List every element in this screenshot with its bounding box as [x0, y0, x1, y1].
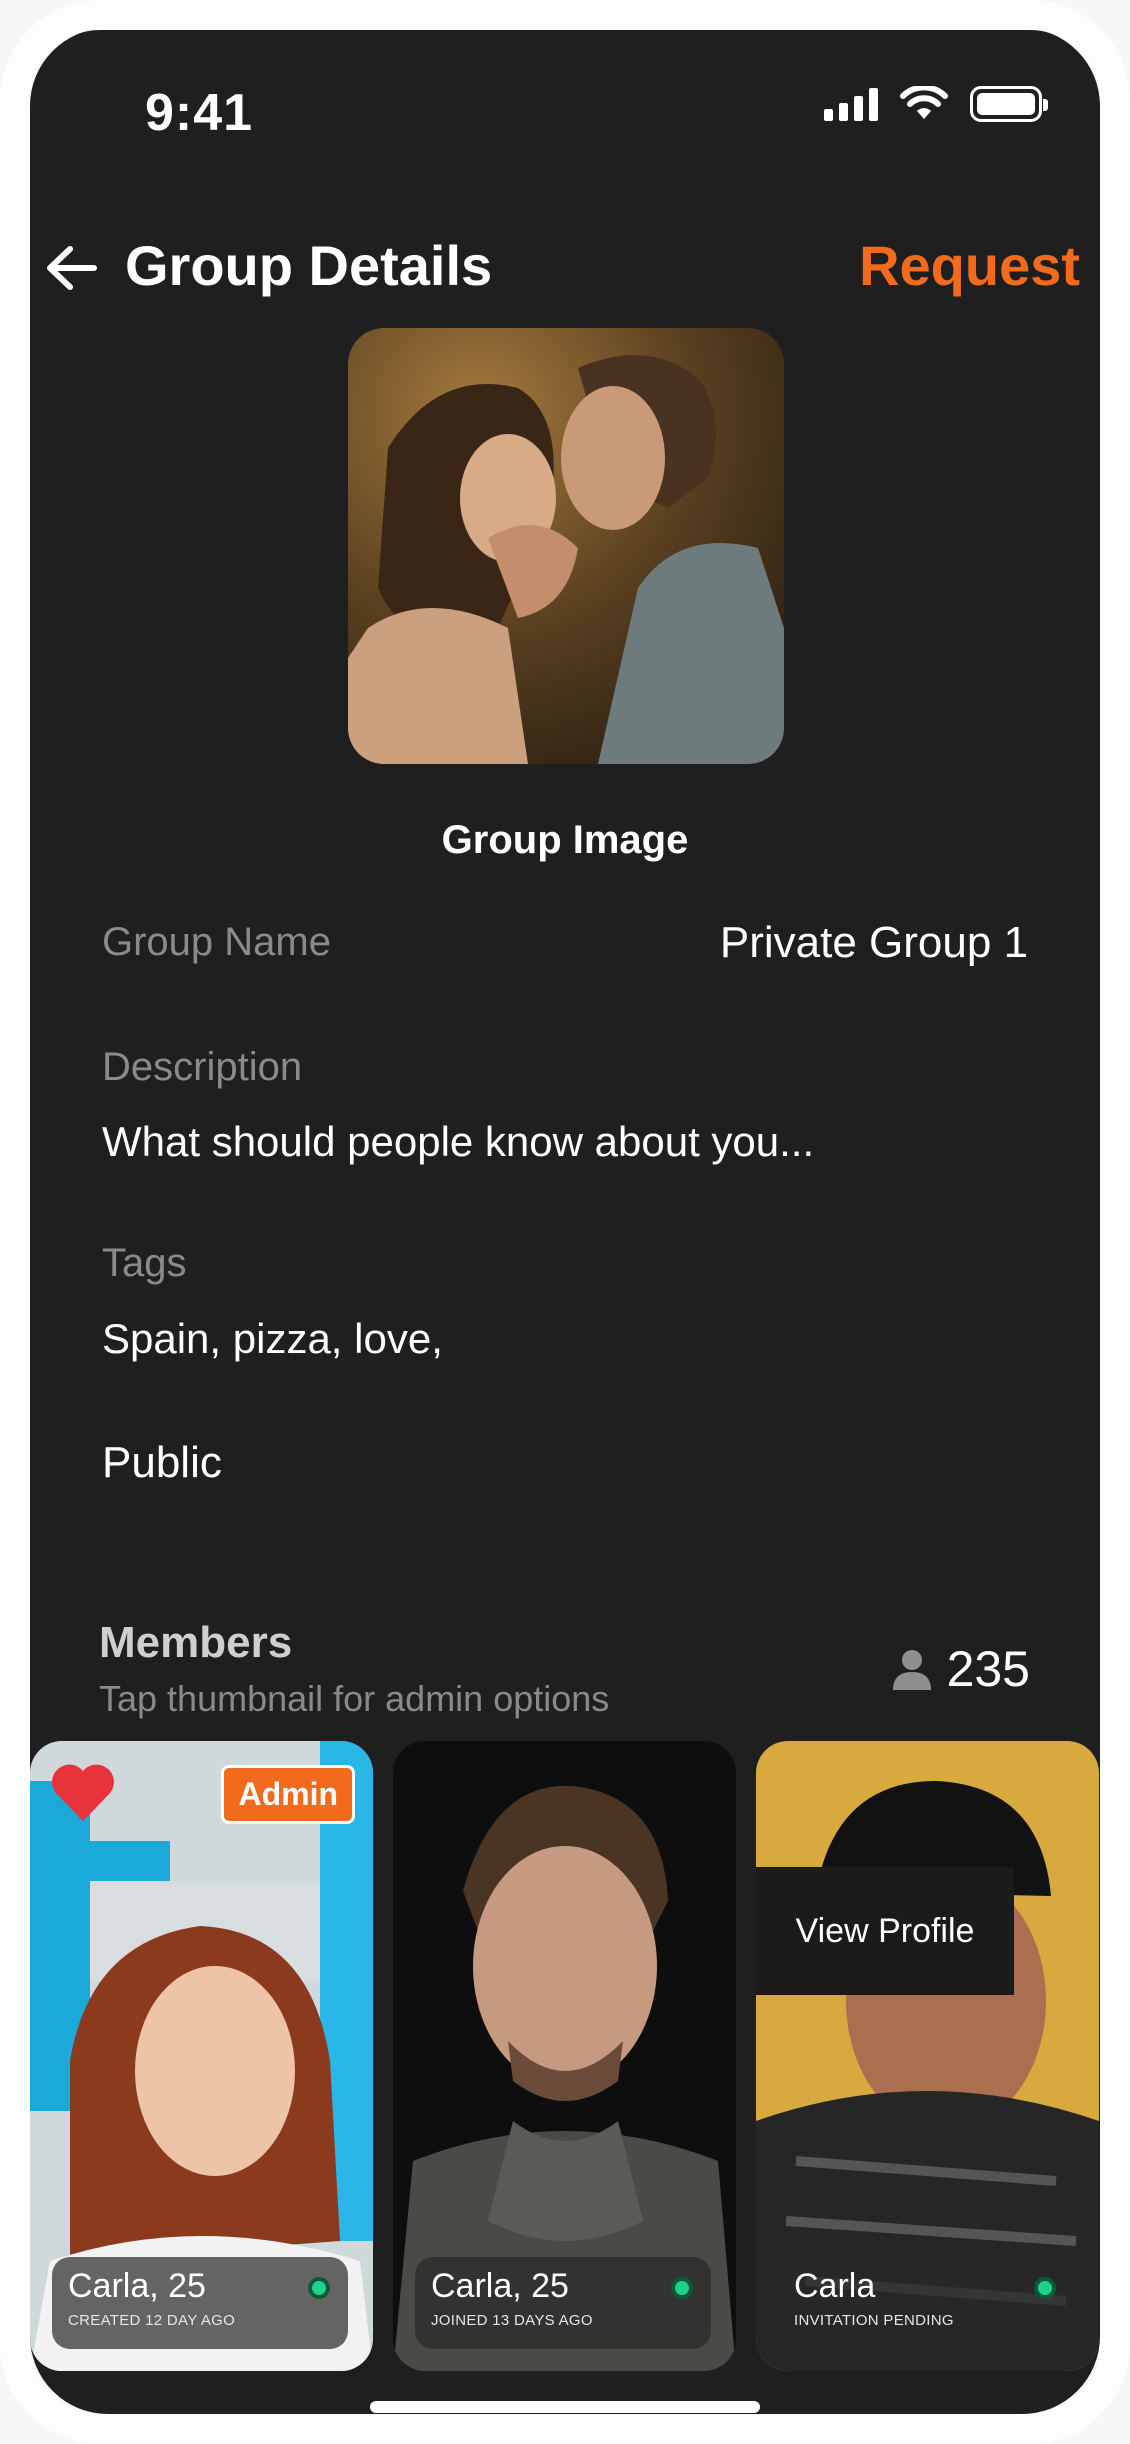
back-button[interactable]	[42, 238, 102, 298]
admin-badge: Admin	[221, 1765, 355, 1824]
group-name-value[interactable]: Private Group 1	[720, 918, 1028, 968]
visibility-value[interactable]: Public	[102, 1438, 222, 1488]
member-name: Carla	[794, 2267, 876, 2305]
heart-icon[interactable]	[50, 1763, 116, 1823]
home-indicator[interactable]	[370, 2401, 760, 2413]
group-image-label: Group Image	[441, 818, 689, 862]
members-count-value: 235	[946, 1641, 1030, 1697]
member-name: Carla, 25	[431, 2267, 569, 2305]
member-info: Carla, 25 JOINED 13 DAYS AGO	[415, 2257, 711, 2349]
signal-icon	[824, 87, 878, 121]
members-title: Members	[99, 1618, 293, 1667]
description-label: Description	[102, 1045, 303, 1089]
member-info: Carla INVITATION PENDING	[778, 2257, 1074, 2349]
arrow-left-icon	[47, 246, 97, 290]
online-status-dot	[308, 2277, 330, 2299]
battery-icon	[970, 86, 1048, 122]
tags-value[interactable]: Spain, pizza, love,	[102, 1315, 443, 1363]
status-icons	[824, 86, 1048, 122]
online-status-dot	[1034, 2277, 1056, 2299]
member-card[interactable]: Admin Carla, 25 CREATED 12 DAY AGO	[30, 1741, 373, 2371]
request-button[interactable]: Request	[859, 233, 1080, 298]
members-subtitle: Tap thumbnail for admin options	[99, 1678, 610, 1719]
description-value[interactable]: What should people know about you...	[102, 1118, 814, 1166]
wifi-icon	[900, 86, 948, 119]
phone-screen: 9:41 Group Details Request Group Image G…	[30, 28, 1100, 2414]
status-time: 9:41	[145, 84, 254, 142]
member-meta: INVITATION PENDING	[794, 2312, 954, 2329]
members-carousel[interactable]: Admin Carla, 25 CREATED 12 DAY AGO Carla…	[30, 1741, 1100, 2371]
group-image[interactable]	[348, 328, 784, 764]
member-card[interactable]: Carla, 25 JOINED 13 DAYS AGO	[393, 1741, 736, 2371]
member-meta: JOINED 13 DAYS AGO	[431, 2312, 593, 2329]
tags-label: Tags	[102, 1241, 187, 1285]
group-name-label: Group Name	[102, 920, 331, 964]
view-profile-button[interactable]: View Profile	[756, 1867, 1014, 1995]
person-icon	[892, 1650, 931, 1690]
online-status-dot	[671, 2277, 693, 2299]
member-card[interactable]: View Profile Carla INVITATION PENDING	[756, 1741, 1099, 2371]
members-count: 235	[891, 1640, 1030, 1698]
member-info: Carla, 25 CREATED 12 DAY AGO	[52, 2257, 348, 2349]
couple-photo	[348, 328, 784, 764]
member-meta: CREATED 12 DAY AGO	[68, 2312, 236, 2329]
page-title: Group Details	[125, 234, 493, 297]
member-name: Carla, 25	[68, 2267, 206, 2305]
